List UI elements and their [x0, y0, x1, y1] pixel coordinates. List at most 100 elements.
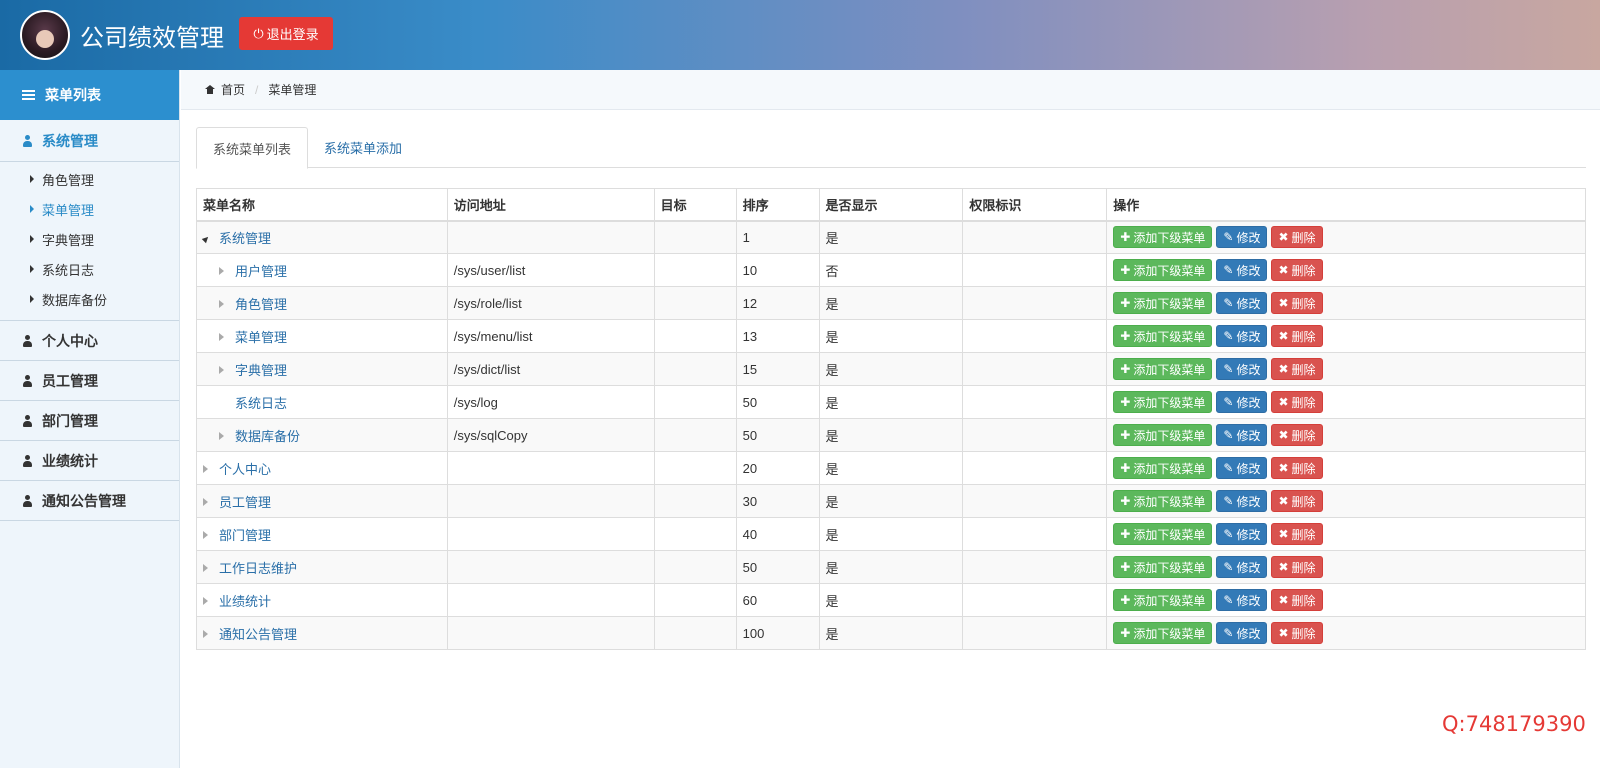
- edit-button[interactable]: ✎ 修改: [1216, 358, 1268, 380]
- tree-node[interactable]: 字典管理: [203, 360, 441, 379]
- add-child-button[interactable]: ✚ 添加下级菜单: [1113, 259, 1213, 281]
- delete-button[interactable]: ✖ 删除: [1271, 622, 1323, 644]
- triangle-right-icon: [219, 299, 224, 308]
- cell-url: [446, 583, 655, 617]
- cell-menu-name: 员工管理: [196, 484, 448, 518]
- tree-collapsed-icon[interactable]: [203, 626, 215, 641]
- cell-order: 100: [735, 616, 820, 650]
- delete-button[interactable]: ✖ 删除: [1271, 259, 1323, 281]
- tree-collapsed-icon[interactable]: [203, 494, 215, 509]
- tree-collapsed-icon[interactable]: [203, 593, 215, 608]
- tree-node[interactable]: 用户管理: [203, 261, 441, 280]
- avatar[interactable]: [20, 10, 70, 60]
- edit-button[interactable]: ✎ 修改: [1216, 457, 1268, 479]
- edit-button[interactable]: ✎ 修改: [1216, 490, 1268, 512]
- close-icon: ✖: [1278, 527, 1289, 541]
- cell-url: /sys/user/list: [446, 253, 655, 287]
- edit-button-label: 修改: [1236, 527, 1261, 542]
- cell-target: [653, 385, 737, 419]
- delete-button[interactable]: ✖ 删除: [1271, 358, 1323, 380]
- sidebar-item-roles[interactable]: 角色管理: [0, 164, 179, 194]
- cell-actions: ✚ 添加下级菜单 ✎ 修改 ✖ 删除: [1106, 286, 1586, 320]
- edit-button[interactable]: ✎ 修改: [1216, 325, 1268, 347]
- triangle-right-icon: [203, 497, 208, 506]
- sidebar-group-employees[interactable]: 员工管理: [0, 361, 179, 401]
- sidebar-group-performance[interactable]: 业绩统计: [0, 441, 179, 481]
- tree-collapsed-icon[interactable]: [219, 296, 231, 311]
- edit-button[interactable]: ✎ 修改: [1216, 292, 1268, 314]
- tree-node[interactable]: 部门管理: [203, 525, 441, 544]
- add-child-button[interactable]: ✚ 添加下级菜单: [1113, 622, 1213, 644]
- edit-button[interactable]: ✎ 修改: [1216, 589, 1268, 611]
- add-child-button[interactable]: ✚ 添加下级菜单: [1113, 589, 1213, 611]
- sidebar-item-menus[interactable]: 菜单管理: [0, 194, 179, 224]
- tree-node[interactable]: 系统管理: [201, 228, 441, 247]
- edit-button[interactable]: ✎ 修改: [1216, 259, 1268, 281]
- tree-node[interactable]: 菜单管理: [203, 327, 441, 346]
- edit-button[interactable]: ✎ 修改: [1216, 391, 1268, 413]
- tree-collapsed-icon[interactable]: [219, 362, 231, 377]
- delete-button[interactable]: ✖ 删除: [1271, 226, 1323, 249]
- tree-collapsed-icon[interactable]: [219, 329, 231, 344]
- sidebar-group-system[interactable]: 系统管理: [0, 120, 179, 162]
- tree-expanded-icon[interactable]: [201, 230, 215, 245]
- sidebar-group-personal[interactable]: 个人中心: [0, 321, 179, 361]
- tree-collapsed-icon[interactable]: [203, 461, 215, 476]
- tree-node[interactable]: 通知公告管理: [203, 624, 441, 643]
- delete-button[interactable]: ✖ 删除: [1271, 523, 1323, 545]
- cell-actions: ✚ 添加下级菜单 ✎ 修改 ✖ 删除: [1106, 583, 1586, 617]
- delete-button[interactable]: ✖ 删除: [1271, 292, 1323, 314]
- triangle-right-icon: [203, 629, 208, 638]
- add-child-button[interactable]: ✚ 添加下级菜单: [1113, 556, 1213, 578]
- tab-menu-list[interactable]: 系统菜单列表: [196, 127, 309, 169]
- table-header-row: 菜单名称 访问地址 目标 排序 是否显示 权限标识 操作: [196, 188, 1586, 222]
- add-child-button[interactable]: ✚ 添加下级菜单: [1113, 292, 1213, 314]
- sidebar-item-dict[interactable]: 字典管理: [0, 224, 179, 254]
- add-child-button[interactable]: ✚ 添加下级菜单: [1113, 490, 1213, 512]
- add-child-button[interactable]: ✚ 添加下级菜单: [1113, 457, 1213, 479]
- edit-button[interactable]: ✎ 修改: [1216, 424, 1268, 446]
- tree-collapsed-icon[interactable]: [203, 560, 215, 575]
- delete-button[interactable]: ✖ 删除: [1271, 589, 1323, 611]
- cell-url: [446, 451, 655, 485]
- table-row: 通知公告管理 100 是 ✚ 添加下级菜单 ✎ 修改 ✖ 删除: [196, 616, 1586, 650]
- edit-button[interactable]: ✎ 修改: [1216, 226, 1268, 249]
- menu-name-label: 系统管理: [219, 230, 272, 246]
- sidebar-item-backup[interactable]: 数据库备份: [0, 284, 179, 314]
- add-child-button[interactable]: ✚ 添加下级菜单: [1113, 358, 1213, 380]
- delete-button[interactable]: ✖ 删除: [1271, 490, 1323, 512]
- tab-menu-add[interactable]: 系统菜单添加: [308, 127, 418, 168]
- tree-node[interactable]: 工作日志维护: [203, 558, 441, 577]
- tree-node[interactable]: 业绩统计: [203, 591, 441, 610]
- delete-button[interactable]: ✖ 删除: [1271, 424, 1323, 446]
- delete-button[interactable]: ✖ 删除: [1271, 325, 1323, 347]
- add-child-button[interactable]: ✚ 添加下级菜单: [1113, 523, 1213, 545]
- cell-actions: ✚ 添加下级菜单 ✎ 修改 ✖ 删除: [1106, 319, 1586, 353]
- tree-collapsed-icon[interactable]: [219, 428, 231, 443]
- sidebar-group-departments[interactable]: 部门管理: [0, 401, 179, 441]
- edit-button[interactable]: ✎ 修改: [1216, 622, 1268, 644]
- delete-button[interactable]: ✖ 删除: [1271, 391, 1323, 413]
- tree-node[interactable]: 系统日志: [203, 393, 441, 412]
- tree-node[interactable]: 角色管理: [203, 294, 441, 313]
- logout-button[interactable]: ⏻ 退出登录: [239, 17, 333, 50]
- tree-node[interactable]: 员工管理: [203, 492, 441, 511]
- add-child-button[interactable]: ✚ 添加下级菜单: [1113, 226, 1213, 249]
- add-child-button[interactable]: ✚ 添加下级菜单: [1113, 391, 1213, 413]
- add-child-button[interactable]: ✚ 添加下级菜单: [1113, 424, 1213, 446]
- delete-button[interactable]: ✖ 删除: [1271, 556, 1323, 578]
- cell-order: 15: [735, 352, 820, 386]
- breadcrumb-home[interactable]: 首页: [221, 81, 245, 98]
- add-child-button[interactable]: ✚ 添加下级菜单: [1113, 325, 1213, 347]
- tree-node[interactable]: 个人中心: [203, 459, 441, 478]
- caret-right-icon: [30, 205, 34, 213]
- tree-collapsed-icon[interactable]: [219, 263, 231, 278]
- sidebar-group-notices[interactable]: 通知公告管理: [0, 481, 179, 521]
- cell-permission: [962, 484, 1108, 518]
- edit-button[interactable]: ✎ 修改: [1216, 556, 1268, 578]
- delete-button[interactable]: ✖ 删除: [1271, 457, 1323, 479]
- tree-node[interactable]: 数据库备份: [203, 426, 441, 445]
- sidebar-item-log[interactable]: 系统日志: [0, 254, 179, 284]
- tree-collapsed-icon[interactable]: [203, 527, 215, 542]
- edit-button[interactable]: ✎ 修改: [1216, 523, 1268, 545]
